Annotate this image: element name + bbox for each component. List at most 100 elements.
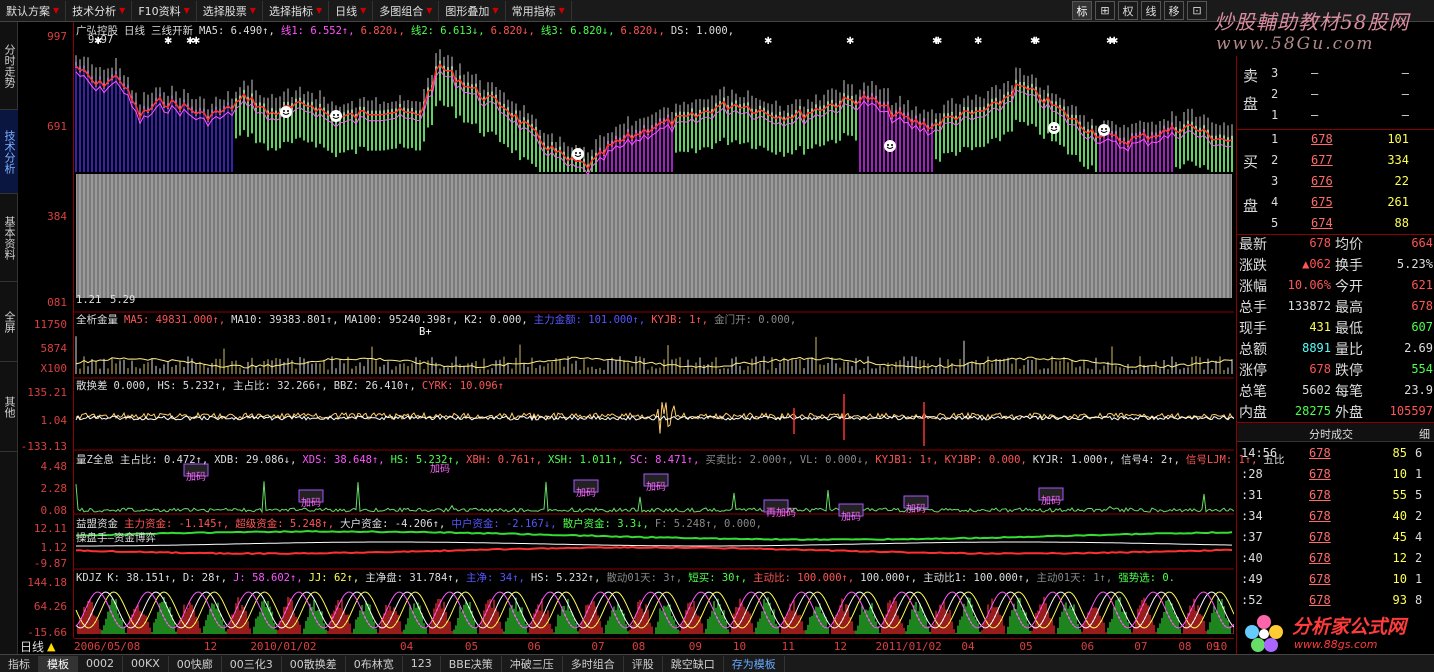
template-tab-0[interactable]: 指标: [0, 655, 39, 672]
quote-value: 678: [1309, 362, 1331, 376]
template-tab-5[interactable]: 00三化3: [222, 655, 282, 672]
template-tab-3[interactable]: 00KX: [123, 655, 169, 672]
date-tick: 06: [527, 640, 541, 653]
toolbar-button-label: 日线: [335, 4, 358, 18]
date-tick: 04: [399, 640, 414, 653]
trade-count: 2: [1415, 551, 1423, 565]
toolbar-button-0[interactable]: 默认方案 ▼: [0, 0, 67, 21]
trades-header[interactable]: 分时成交 细: [1237, 422, 1434, 442]
indicator-field: 100.000↑,: [860, 572, 918, 584]
quote-value: 678: [1309, 236, 1331, 250]
trade-volume: 45: [1392, 530, 1407, 544]
add-position-marker: 加码: [1041, 495, 1061, 507]
add-position-marker: 加码: [906, 503, 926, 515]
toolbar-button-2[interactable]: F10资料 ▼: [132, 0, 197, 21]
trade-count: 8: [1415, 593, 1423, 607]
indicator-field: BBZ: 26.410↑,: [333, 380, 416, 392]
smiley-signal-icon: [280, 106, 292, 118]
p5-panel-subtitle: 操盘手—资金博弈: [76, 532, 156, 544]
indicator-name: 三线开新: [151, 25, 193, 37]
indicator-field: 散户资金: 3.3↓,: [562, 518, 649, 530]
quote-key: 总笔: [1239, 384, 1267, 400]
indicator-field: 主净盘: 31.784↑,: [365, 572, 460, 584]
quote-key: 最新: [1239, 237, 1267, 253]
trade-time: :52: [1241, 593, 1263, 607]
toolbar-icon-4[interactable]: 移: [1164, 1, 1184, 20]
toolbar-icon-1[interactable]: ⊞: [1095, 1, 1115, 20]
indicator-field: 主净: 34↑,: [465, 572, 525, 584]
template-tab-10[interactable]: 冲破三压: [502, 655, 563, 672]
template-tab-6[interactable]: 00散换差: [282, 655, 346, 672]
template-tab-11[interactable]: 多时组合: [563, 655, 624, 672]
trade-price: 678: [1309, 467, 1331, 481]
dropdown-arrow-icon: ▼: [183, 6, 190, 15]
quote-key: 跌停: [1335, 363, 1363, 379]
template-tab-2[interactable]: 0002: [78, 655, 123, 672]
template-tab-12[interactable]: 评股: [624, 655, 663, 672]
y-tick-p5: 1.12: [40, 541, 68, 554]
template-tab-14[interactable]: 存为模板: [724, 655, 785, 672]
p4-panel-readout: 量Z全息 主占比: 0.472↑, XDB: 29.086↓, XDS: 38.648…: [76, 452, 1290, 467]
toolbar-button-4[interactable]: 选择指标 ▼: [263, 0, 330, 21]
trades-title: 分时成交: [1309, 428, 1353, 441]
indicator-field: 短买: 30↑,: [688, 572, 748, 584]
trades-detail-toggle[interactable]: 细: [1419, 426, 1430, 442]
brand-watermark-cn: 炒股輔助教材58股网: [1214, 10, 1410, 34]
level-number: 1: [1271, 108, 1279, 122]
add-position-marker: 加码: [186, 471, 206, 483]
left-tab-2[interactable]: 基本资料: [0, 194, 18, 282]
left-tab-3[interactable]: 全屏: [0, 282, 18, 362]
period-indicator[interactable]: 日线 ▲: [18, 638, 74, 654]
left-tab-1[interactable]: 技术分析: [0, 110, 18, 194]
template-tab-9[interactable]: BBE决策: [441, 655, 502, 672]
toolbar-icon-2[interactable]: 权: [1118, 1, 1138, 20]
toolbar-icon-3[interactable]: 线: [1141, 1, 1161, 20]
smiley-signal-icon: [1098, 124, 1110, 136]
quote-row: 总额 8891 量比 2.69: [1237, 339, 1434, 360]
template-tab-7[interactable]: 0布林宽: [346, 655, 403, 672]
y-tick-vol: X100: [40, 362, 68, 375]
y-tick-vol: 5874: [40, 342, 68, 355]
trade-count: 6: [1415, 446, 1423, 460]
template-tab-13[interactable]: 跳空缺口: [663, 655, 724, 672]
template-tab-8[interactable]: 123: [403, 655, 441, 672]
indicator-field: 线1: 6.552↑,: [280, 25, 355, 37]
template-tab-1[interactable]: 模板: [39, 655, 78, 672]
quote-row: 内盘 28275 外盘 105597: [1237, 402, 1434, 423]
smiley-signal-icon: [884, 140, 896, 152]
smiley-signal-icon: [572, 148, 584, 160]
vol-panel-title: 全析金量: [76, 314, 118, 326]
level-price: –: [1311, 108, 1319, 122]
toolbar-button-3[interactable]: 选择股票 ▼: [197, 0, 263, 21]
toolbar-button-8[interactable]: 常用指标 ▼: [506, 0, 572, 21]
quote-key: 外盘: [1335, 405, 1363, 421]
indicator-field: 强势选: 0.: [1118, 572, 1176, 584]
chart-area[interactable]: ✱ ✱ ✱ ✱ ✱ ✱ ✱ ✱ ✱ ✱ ✱ ✱ ✱ 加码 加码 加码 加码 再加码 加码 加码 加码 加码 广弘控股 日线三…: [74, 22, 1284, 638]
toolbar-button-6[interactable]: 多图组合 ▼: [373, 0, 440, 21]
toolbar-button-5[interactable]: 日线 ▼: [329, 0, 374, 21]
left-tab-0[interactable]: 分时走势: [0, 22, 18, 110]
date-tick: 07: [1134, 640, 1148, 653]
indicator-field: 0.000,: [113, 380, 152, 392]
quote-value: 664: [1411, 236, 1433, 250]
toolbar-button-7[interactable]: 图形叠加 ▼: [439, 0, 506, 21]
quote-row: 涨幅 10.06% 今开 621: [1237, 276, 1434, 297]
p3-panel-title: 散换差: [76, 380, 108, 392]
level-number: 2: [1271, 87, 1279, 101]
level-number: 2: [1271, 153, 1279, 167]
left-tab-4[interactable]: 其他: [0, 362, 18, 452]
toolbar-icon-5[interactable]: ⊡: [1187, 1, 1207, 20]
indicator-field: 主动比1: 100.000↑,: [923, 572, 1031, 584]
trade-price: 678: [1309, 509, 1331, 523]
quote-key: 总额: [1239, 342, 1267, 358]
y-tick-main: 691: [47, 120, 67, 133]
toolbar-button-1[interactable]: 技术分析 ▼: [66, 0, 133, 21]
template-tab-4[interactable]: 00快廊: [169, 655, 222, 672]
indicator-field: XDS: 38.648↑,: [302, 454, 385, 466]
indicator-field: 超级资金: 5.248↑,: [235, 518, 335, 530]
p6-panel-title: KDJZ: [76, 572, 102, 584]
brand-watermark-url: www.58Gu.com: [1216, 34, 1375, 54]
quote-value: 678: [1411, 299, 1433, 313]
toolbar-icon-0[interactable]: 标: [1072, 1, 1092, 20]
quote-key: 涨停: [1239, 363, 1267, 379]
